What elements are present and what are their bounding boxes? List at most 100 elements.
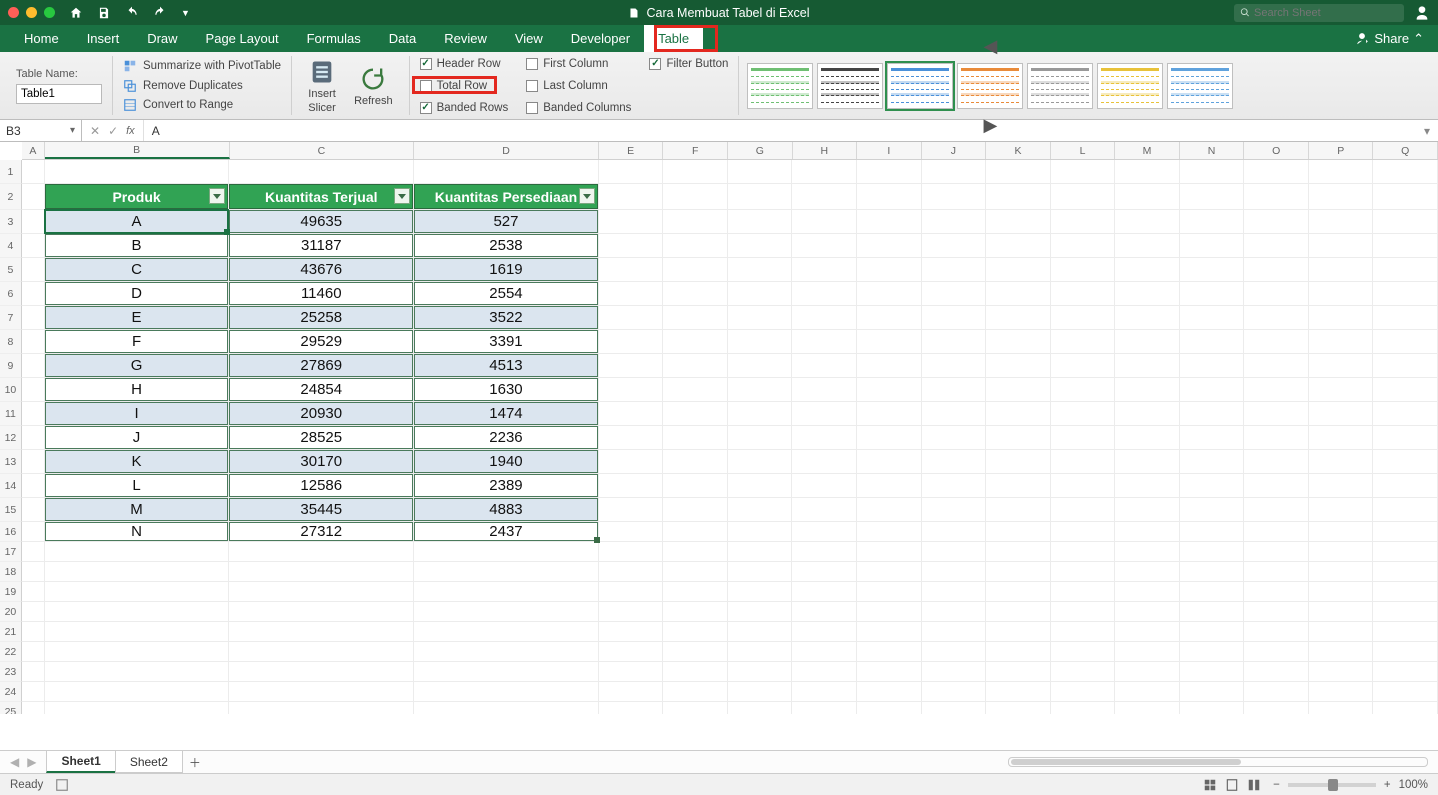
cell-O18[interactable] bbox=[1244, 562, 1309, 582]
cell-D2[interactable]: Kuantitas Persediaan bbox=[414, 184, 599, 210]
cell-E5[interactable] bbox=[599, 258, 664, 282]
cell-B21[interactable] bbox=[45, 622, 230, 642]
cell-O15[interactable] bbox=[1244, 498, 1309, 522]
cell-Q10[interactable] bbox=[1373, 378, 1438, 402]
cell-D13[interactable]: 1940 bbox=[414, 450, 599, 474]
cell-I6[interactable] bbox=[857, 282, 922, 306]
cell-O13[interactable] bbox=[1244, 450, 1309, 474]
cell-B16[interactable]: N bbox=[45, 522, 230, 542]
cell-J22[interactable] bbox=[922, 642, 987, 662]
cell-D10[interactable]: 1630 bbox=[414, 378, 599, 402]
cell-C14[interactable]: 12586 bbox=[229, 474, 414, 498]
cell-L7[interactable] bbox=[1051, 306, 1116, 330]
cell-E9[interactable] bbox=[599, 354, 664, 378]
cell-E4[interactable] bbox=[599, 234, 664, 258]
cell-H8[interactable] bbox=[792, 330, 857, 354]
cell-A11[interactable] bbox=[22, 402, 45, 426]
row-header-4[interactable]: 4 bbox=[0, 234, 22, 258]
cell-O9[interactable] bbox=[1244, 354, 1309, 378]
cell-M9[interactable] bbox=[1115, 354, 1180, 378]
cell-M15[interactable] bbox=[1115, 498, 1180, 522]
cell-P12[interactable] bbox=[1309, 426, 1374, 450]
cell-G2[interactable] bbox=[728, 184, 793, 210]
sheet-tab-sheet1[interactable]: Sheet1 bbox=[46, 751, 115, 773]
cell-F8[interactable] bbox=[663, 330, 728, 354]
cell-M7[interactable] bbox=[1115, 306, 1180, 330]
cell-M17[interactable] bbox=[1115, 542, 1180, 562]
cell-D18[interactable] bbox=[414, 562, 599, 582]
cell-G23[interactable] bbox=[728, 662, 793, 682]
cell-G13[interactable] bbox=[728, 450, 793, 474]
cell-H23[interactable] bbox=[792, 662, 857, 682]
cell-J25[interactable] bbox=[922, 702, 987, 714]
row-header-12[interactable]: 12 bbox=[0, 426, 22, 450]
cell-C22[interactable] bbox=[229, 642, 414, 662]
cell-K8[interactable] bbox=[986, 330, 1051, 354]
col-header-J[interactable]: J bbox=[922, 142, 987, 159]
cell-D9[interactable]: 4513 bbox=[414, 354, 599, 378]
cell-I22[interactable] bbox=[857, 642, 922, 662]
grid-rows[interactable]: 12ProdukKuantitas TerjualKuantitas Perse… bbox=[0, 160, 1438, 714]
cell-B1[interactable] bbox=[45, 160, 230, 184]
cell-P17[interactable] bbox=[1309, 542, 1374, 562]
cell-J13[interactable] bbox=[922, 450, 987, 474]
cell-E7[interactable] bbox=[599, 306, 664, 330]
cell-C18[interactable] bbox=[229, 562, 414, 582]
cell-Q4[interactable] bbox=[1373, 234, 1438, 258]
cell-F19[interactable] bbox=[663, 582, 728, 602]
cell-I19[interactable] bbox=[857, 582, 922, 602]
cell-L17[interactable] bbox=[1051, 542, 1116, 562]
check-banded-columns[interactable]: Banded Columns bbox=[526, 98, 631, 118]
cell-L15[interactable] bbox=[1051, 498, 1116, 522]
cell-O25[interactable] bbox=[1244, 702, 1309, 714]
window-minimize-icon[interactable] bbox=[26, 7, 37, 18]
cell-B22[interactable] bbox=[45, 642, 230, 662]
cell-C12[interactable]: 28525 bbox=[229, 426, 414, 450]
cell-J10[interactable] bbox=[922, 378, 987, 402]
cell-K13[interactable] bbox=[986, 450, 1051, 474]
cell-A17[interactable] bbox=[22, 542, 45, 562]
table-style-1[interactable] bbox=[817, 63, 883, 109]
cell-M3[interactable] bbox=[1115, 210, 1180, 234]
cell-K18[interactable] bbox=[986, 562, 1051, 582]
cell-I5[interactable] bbox=[857, 258, 922, 282]
cell-J1[interactable] bbox=[922, 160, 987, 184]
cell-O8[interactable] bbox=[1244, 330, 1309, 354]
cell-A12[interactable] bbox=[22, 426, 45, 450]
cell-C2[interactable]: Kuantitas Terjual bbox=[229, 184, 414, 210]
cell-Q19[interactable] bbox=[1373, 582, 1438, 602]
styles-prev-icon[interactable]: ◀ bbox=[980, 36, 1002, 57]
cell-H25[interactable] bbox=[792, 702, 857, 714]
cell-G12[interactable] bbox=[728, 426, 793, 450]
account-icon[interactable] bbox=[1414, 5, 1430, 21]
cell-O14[interactable] bbox=[1244, 474, 1309, 498]
tab-home[interactable]: Home bbox=[10, 25, 73, 52]
row-header-25[interactable]: 25 bbox=[0, 702, 22, 714]
cell-Q12[interactable] bbox=[1373, 426, 1438, 450]
cell-N6[interactable] bbox=[1180, 282, 1245, 306]
cell-A10[interactable] bbox=[22, 378, 45, 402]
cell-G22[interactable] bbox=[728, 642, 793, 662]
cell-E1[interactable] bbox=[599, 160, 664, 184]
window-zoom-icon[interactable] bbox=[44, 7, 55, 18]
cell-I18[interactable] bbox=[857, 562, 922, 582]
zoom-in-icon[interactable]: + bbox=[1384, 779, 1391, 791]
cell-M14[interactable] bbox=[1115, 474, 1180, 498]
cell-Q21[interactable] bbox=[1373, 622, 1438, 642]
cell-H20[interactable] bbox=[792, 602, 857, 622]
cell-Q9[interactable] bbox=[1373, 354, 1438, 378]
cell-M4[interactable] bbox=[1115, 234, 1180, 258]
cell-O16[interactable] bbox=[1244, 522, 1309, 542]
cell-A19[interactable] bbox=[22, 582, 45, 602]
cell-A14[interactable] bbox=[22, 474, 45, 498]
col-header-K[interactable]: K bbox=[986, 142, 1051, 159]
cell-I3[interactable] bbox=[857, 210, 922, 234]
cell-H24[interactable] bbox=[792, 682, 857, 702]
col-header-O[interactable]: O bbox=[1244, 142, 1309, 159]
cell-A18[interactable] bbox=[22, 562, 45, 582]
cell-N11[interactable] bbox=[1180, 402, 1245, 426]
cell-B5[interactable]: C bbox=[45, 258, 230, 282]
cell-G21[interactable] bbox=[728, 622, 793, 642]
row-header-19[interactable]: 19 bbox=[0, 582, 22, 602]
cell-N1[interactable] bbox=[1180, 160, 1245, 184]
